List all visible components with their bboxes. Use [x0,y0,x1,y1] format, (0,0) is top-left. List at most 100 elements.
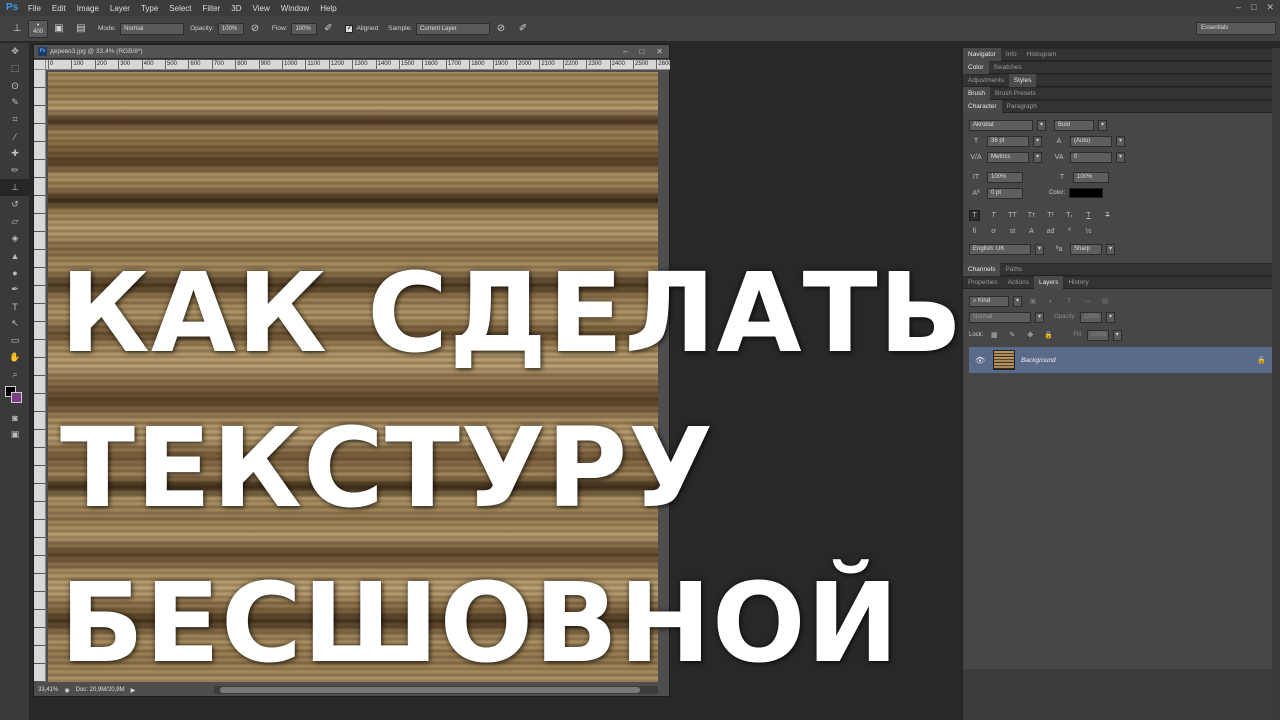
pen-tool-icon[interactable]: ✒ [0,281,30,298]
menu-view[interactable]: View [253,4,270,13]
fill-input[interactable]: 100% [1086,329,1109,341]
filter-smart-object-icon[interactable]: ▤ [1098,297,1112,305]
history-brush-tool-icon[interactable]: ↺ [0,196,30,213]
menu-help[interactable]: Help [320,4,336,13]
tab-character[interactable]: Character [963,100,1002,113]
lock-pixels-icon[interactable]: ✎ [1005,331,1019,339]
tab-actions[interactable]: Actions [1003,276,1034,289]
language-select[interactable]: English: UK [969,243,1031,255]
pressure-opacity-icon[interactable]: ⊘ [248,22,262,36]
screen-mode-icon[interactable]: ▣ [0,426,30,443]
tab-layers[interactable]: Layers [1033,276,1064,289]
small-caps-icon[interactable]: Tт [1026,210,1037,221]
background-color-swatch[interactable] [11,392,22,403]
layer-name[interactable]: Background [1021,357,1251,364]
mode-select[interactable]: Normal [120,22,185,35]
brush-tool-icon[interactable]: ✏ [0,162,30,179]
eraser-tool-icon[interactable]: ▱ [0,213,30,230]
font-style-dropdown-icon[interactable]: ▾ [1098,119,1107,131]
flow-input[interactable]: 100% [291,22,318,35]
brush-size-picker[interactable]: • 400 [28,19,48,38]
tab-history[interactable]: History [1063,276,1093,289]
type-tool-icon[interactable]: T [0,298,30,315]
path-select-tool-icon[interactable]: ↖ [0,315,30,332]
tab-histogram[interactable]: Histogram [1022,48,1062,61]
ordinals-icon[interactable]: ª [1064,226,1075,237]
antialias-dropdown-icon[interactable]: ▾ [1106,243,1115,255]
tab-navigator[interactable]: Navigator [963,48,1001,61]
layer-row[interactable]: 👁 Background 🔒 [969,347,1274,373]
maximize-button[interactable]: □ [1251,2,1256,13]
underline-icon[interactable]: T [1083,210,1094,221]
tab-color[interactable]: Color [963,61,989,74]
filter-shape-icon[interactable]: ▭ [1080,297,1094,305]
menu-3d[interactable]: 3D [231,4,241,13]
tab-properties[interactable]: Properties [963,276,1003,289]
ignore-adjustment-icon[interactable]: ⊘ [494,22,508,36]
workspace-select[interactable]: Essentials [1196,22,1276,35]
aligned-checkbox[interactable] [345,23,354,33]
crop-tool-icon[interactable]: ⌗ [0,111,30,128]
tab-paragraph[interactable]: Paragraph [1002,100,1042,113]
all-caps-icon[interactable]: TT [1007,210,1018,221]
hand-tool-icon[interactable]: ✋ [0,349,30,366]
blend-mode-dropdown-icon[interactable]: ▾ [1035,311,1044,323]
tab-brush[interactable]: Brush [963,87,990,100]
quick-mask-icon[interactable]: ◙ [0,409,30,426]
ruler-origin[interactable] [34,60,46,70]
leading-dropdown-icon[interactable]: ▾ [1116,135,1125,147]
menu-window[interactable]: Window [281,4,309,13]
ligatures-icon[interactable]: ﬁ [969,226,980,237]
font-style-select[interactable]: Bold [1054,119,1094,131]
brush-panel-icon[interactable]: ▣ [52,22,66,36]
doc-maximize-button[interactable]: □ [639,47,644,56]
filter-pixel-icon[interactable]: ▣ [1026,297,1040,305]
font-family-select[interactable]: Akrobat [969,119,1033,131]
tab-info[interactable]: Info [1001,48,1022,61]
menu-image[interactable]: Image [77,4,99,13]
tab-adjustments[interactable]: Adjustments [963,74,1009,87]
lasso-tool-icon[interactable]: ʘ [0,77,30,94]
healing-brush-tool-icon[interactable]: ✚ [0,145,30,162]
clone-stamp-tool-icon[interactable]: ⊥ [10,22,24,36]
layer-filter-kind-select[interactable]: ⌕ Kind [969,295,1009,307]
doc-close-button[interactable]: ✕ [656,47,663,56]
menu-edit[interactable]: Edit [52,4,66,13]
blend-mode-select[interactable]: Normal [969,311,1031,323]
zoom-tool-icon[interactable]: ⌕ [0,366,30,383]
tab-brush-presets[interactable]: Brush Presets [990,87,1041,100]
marquee-tool-icon[interactable]: ⬚ [0,60,30,77]
close-button[interactable]: ✕ [1266,2,1274,13]
horizontal-ruler[interactable]: 0 100 200 300 400 500 600 700 800 900 1000 1100 1200… [46,60,670,70]
layer-kind-dropdown-icon[interactable]: ▾ [1013,295,1022,307]
opacity-input[interactable]: 100% [217,22,244,35]
layer-opacity-dropdown-icon[interactable]: ▾ [1106,311,1116,323]
clone-source-icon[interactable]: ▤ [74,22,88,36]
lock-all-icon[interactable]: 🔒 [1041,331,1055,339]
horizontal-scale-input[interactable]: 100% [1073,171,1109,183]
rectangle-tool-icon[interactable]: ▭ [0,332,30,349]
baseline-shift-input[interactable]: 0 pt [987,187,1023,199]
menu-file[interactable]: File [28,4,41,13]
dodge-tool-icon[interactable]: ● [0,264,30,281]
eyedropper-tool-icon[interactable]: ⁄ [0,128,30,145]
language-dropdown-icon[interactable]: ▾ [1035,243,1044,255]
text-color-swatch[interactable] [1069,188,1104,198]
fill-dropdown-icon[interactable]: ▾ [1112,329,1122,341]
kerning-input[interactable]: Metrics [987,151,1029,163]
faux-italic-icon[interactable]: T [988,210,999,221]
blur-tool-icon[interactable]: ▲ [0,247,30,264]
minimize-button[interactable]: – [1236,2,1241,13]
airbrush-icon[interactable]: ✐ [321,22,335,36]
tab-styles[interactable]: Styles [1008,74,1037,87]
font-size-input[interactable]: 36 pt [987,135,1029,147]
tracking-input[interactable]: 0 [1070,151,1112,163]
lock-position-icon[interactable]: ✥ [1023,331,1037,339]
menu-filter[interactable]: Filter [203,4,221,13]
menu-type[interactable]: Type [141,4,158,13]
move-tool-icon[interactable]: ✥ [0,43,30,60]
vertical-ruler[interactable] [34,70,46,682]
subscript-icon[interactable]: T₁ [1064,210,1075,221]
paint-bucket-tool-icon[interactable]: ◈ [0,230,30,247]
stylistic-alternates-icon[interactable]: A [1026,226,1037,237]
